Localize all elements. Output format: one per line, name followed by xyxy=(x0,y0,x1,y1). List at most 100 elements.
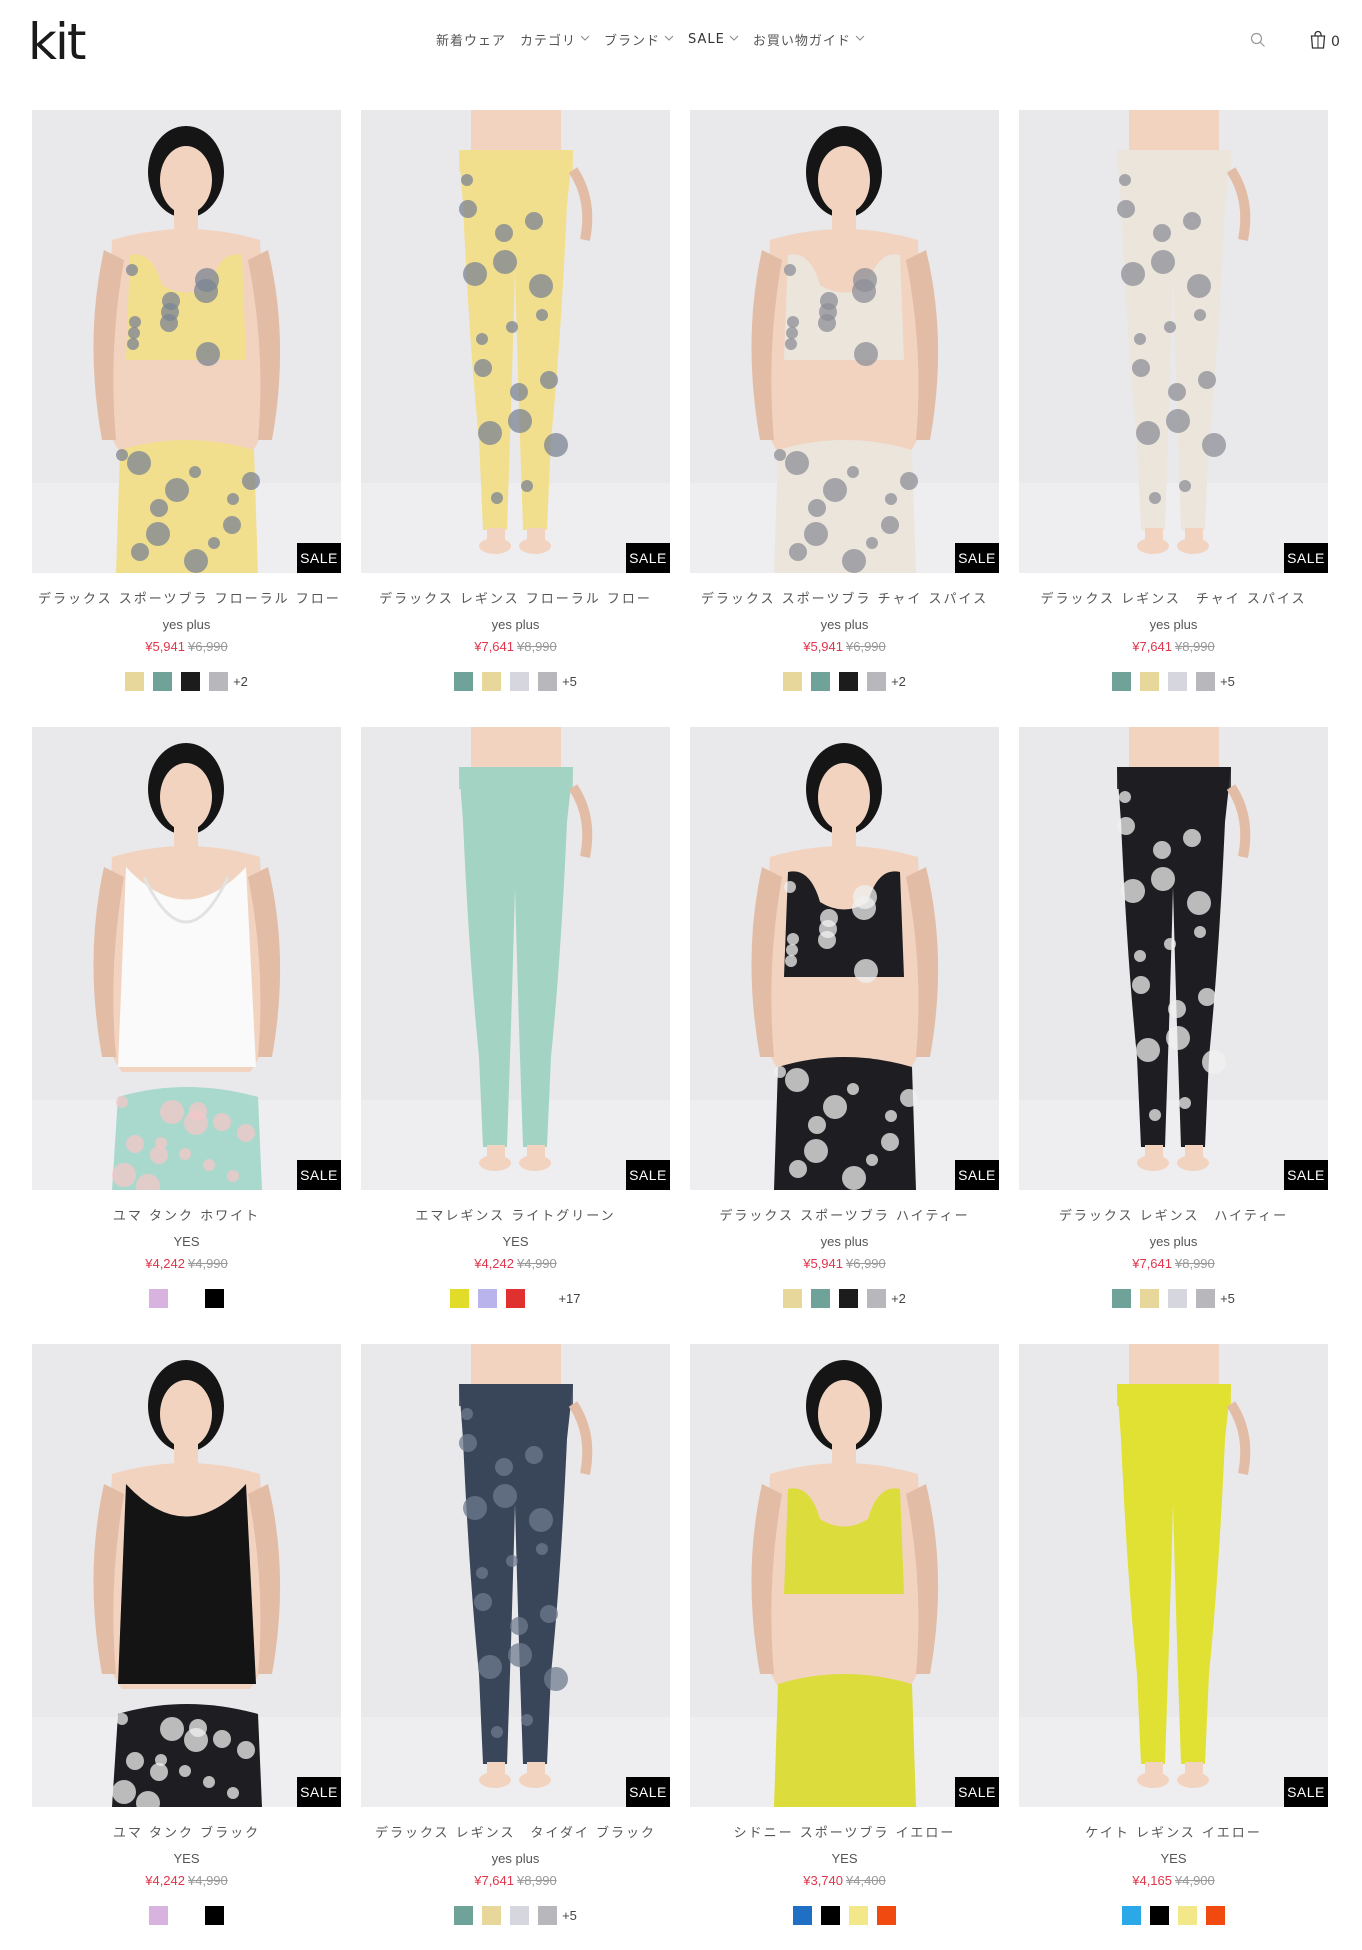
product-image[interactable]: SALE xyxy=(690,1344,999,1807)
product-card[interactable]: SALE ケイト レギンス イエロー YES ¥4,165 ¥4,900 xyxy=(1019,1344,1328,1950)
nav-item-1[interactable]: カテゴリ xyxy=(520,30,590,49)
product-price: ¥4,242 ¥4,990 xyxy=(32,1873,341,1889)
product-image[interactable]: SALE xyxy=(690,110,999,573)
color-swatch[interactable] xyxy=(454,671,474,691)
product-image[interactable]: SALE xyxy=(361,110,670,573)
color-swatch[interactable] xyxy=(1150,1905,1169,1925)
product-title[interactable]: デラックス スポーツブラ チャイ スパイス xyxy=(690,591,999,609)
color-swatch[interactable] xyxy=(867,1288,887,1308)
product-card[interactable]: SALE デラックス レギンス タイダイ ブラック yes plus ¥7,641 ¥8… xyxy=(361,1344,670,1950)
color-swatch[interactable] xyxy=(149,1905,168,1925)
color-swatch[interactable] xyxy=(1196,1288,1216,1308)
product-title[interactable]: デラックス レギンス フローラル フロー xyxy=(361,591,670,609)
more-colors-count: +5 xyxy=(1220,673,1235,689)
product-title[interactable]: デラックス レギンス タイダイ ブラック xyxy=(361,1825,670,1843)
product-card[interactable]: SALE シドニー スポーツブラ イエロー YES ¥3,740 ¥4,400 xyxy=(690,1344,999,1950)
product-brand: YES xyxy=(831,1851,858,1866)
product-title[interactable]: エマレギンス ライトグリーン xyxy=(361,1208,670,1226)
color-swatch[interactable] xyxy=(877,1905,896,1925)
color-swatch[interactable] xyxy=(538,1905,558,1925)
product-title[interactable]: デラックス スポーツブラ フローラル フロー xyxy=(32,591,341,609)
color-swatch[interactable] xyxy=(450,1288,470,1308)
color-swatch[interactable] xyxy=(1168,1288,1188,1308)
color-swatch[interactable] xyxy=(510,671,530,691)
color-swatch[interactable] xyxy=(839,671,859,691)
product-image[interactable]: SALE xyxy=(32,110,341,573)
color-swatch[interactable] xyxy=(153,671,173,691)
product-image[interactable]: SALE xyxy=(1019,1344,1328,1807)
color-swatch[interactable] xyxy=(811,671,831,691)
color-swatch[interactable] xyxy=(454,1905,474,1925)
color-swatch[interactable] xyxy=(482,1905,502,1925)
color-swatches xyxy=(1019,1905,1328,1925)
product-image[interactable]: SALE xyxy=(1019,110,1328,573)
color-swatch[interactable] xyxy=(205,1905,224,1925)
color-swatch[interactable] xyxy=(478,1288,498,1308)
color-swatch[interactable] xyxy=(849,1905,868,1925)
color-swatch[interactable] xyxy=(783,1288,803,1308)
color-swatch[interactable] xyxy=(149,1288,168,1308)
more-colors-count: +2 xyxy=(891,1290,906,1306)
product-image[interactable]: SALE xyxy=(32,727,341,1190)
color-swatch[interactable] xyxy=(506,1288,526,1308)
product-image[interactable]: SALE xyxy=(361,727,670,1190)
search-icon[interactable] xyxy=(1250,32,1266,48)
color-swatch[interactable] xyxy=(1178,1905,1197,1925)
nav-item-4[interactable]: お買い物ガイド xyxy=(753,30,865,49)
color-swatch[interactable] xyxy=(125,671,145,691)
product-image[interactable]: SALE xyxy=(32,1344,341,1807)
product-image[interactable]: SALE xyxy=(361,1344,670,1807)
product-card[interactable]: SALE デラックス レギンス チャイ スパイス yes plus ¥7,641 ¥8,… xyxy=(1019,110,1328,727)
color-swatch[interactable] xyxy=(205,1288,224,1308)
product-title[interactable]: デラックス レギンス チャイ スパイス xyxy=(1019,591,1328,609)
sale-price: ¥7,641 xyxy=(474,639,514,654)
product-card[interactable]: SALE デラックス スポーツブラ フローラル フロー yes plus ¥5,941… xyxy=(32,110,341,727)
cart-button[interactable]: 0 xyxy=(1310,30,1340,53)
color-swatch[interactable] xyxy=(1112,671,1132,691)
product-title[interactable]: シドニー スポーツブラ イエロー xyxy=(690,1825,999,1843)
nav-item-3[interactable]: SALE xyxy=(688,32,739,47)
product-card[interactable]: SALE デラックス スポーツブラ ハイティー yes plus ¥5,941 ¥6,9… xyxy=(690,727,999,1344)
color-swatch[interactable] xyxy=(538,671,558,691)
color-swatch[interactable] xyxy=(811,1288,831,1308)
color-swatch[interactable] xyxy=(181,671,201,691)
original-price: ¥4,990 xyxy=(188,1256,228,1271)
product-image[interactable]: SALE xyxy=(690,727,999,1190)
product-card[interactable]: SALE ユマ タンク ブラック YES ¥4,242 ¥4,990 xyxy=(32,1344,341,1950)
color-swatch[interactable] xyxy=(1122,1905,1141,1925)
color-swatch[interactable] xyxy=(510,1905,530,1925)
product-brand: yes plus xyxy=(820,617,869,632)
product-brand: YES xyxy=(1160,1851,1187,1866)
nav-item-2[interactable]: ブランド xyxy=(604,30,674,49)
product-card[interactable]: SALE デラックス レギンス フローラル フロー yes plus ¥7,641 ¥8… xyxy=(361,110,670,727)
product-card[interactable]: SALE エマレギンス ライトグリーン YES ¥4,242 ¥4,990 +17 xyxy=(361,727,670,1344)
nav-item-0[interactable]: 新着ウェア xyxy=(436,30,506,49)
sale-price: ¥5,941 xyxy=(145,639,185,654)
product-card[interactable]: SALE デラックス レギンス ハイティー yes plus ¥7,641 ¥8,990… xyxy=(1019,727,1328,1344)
site-logo[interactable]: kit xyxy=(28,10,86,74)
color-swatch[interactable] xyxy=(1168,671,1188,691)
color-swatches: +5 xyxy=(361,671,670,691)
product-title[interactable]: デラックス レギンス ハイティー xyxy=(1019,1208,1328,1226)
product-brand: yes plus xyxy=(1149,617,1198,632)
color-swatch[interactable] xyxy=(839,1288,859,1308)
color-swatch[interactable] xyxy=(821,1905,840,1925)
color-swatch[interactable] xyxy=(1206,1905,1225,1925)
color-swatch[interactable] xyxy=(867,671,887,691)
product-image[interactable]: SALE xyxy=(1019,727,1328,1190)
color-swatch[interactable] xyxy=(783,671,803,691)
product-card[interactable]: SALE デラックス スポーツブラ チャイ スパイス yes plus ¥5,941 ¥… xyxy=(690,110,999,727)
product-title[interactable]: ユマ タンク ホワイト xyxy=(32,1208,341,1226)
product-price: ¥5,941 ¥6,990 xyxy=(32,639,341,655)
product-title[interactable]: ケイト レギンス イエロー xyxy=(1019,1825,1328,1843)
color-swatch[interactable] xyxy=(482,671,502,691)
color-swatch[interactable] xyxy=(1112,1288,1132,1308)
color-swatch[interactable] xyxy=(793,1905,812,1925)
color-swatch[interactable] xyxy=(1140,671,1160,691)
color-swatch[interactable] xyxy=(209,671,229,691)
product-title[interactable]: デラックス スポーツブラ ハイティー xyxy=(690,1208,999,1226)
color-swatch[interactable] xyxy=(1196,671,1216,691)
color-swatch[interactable] xyxy=(1140,1288,1160,1308)
product-card[interactable]: SALE ユマ タンク ホワイト YES ¥4,242 ¥4,990 xyxy=(32,727,341,1344)
product-title[interactable]: ユマ タンク ブラック xyxy=(32,1825,341,1843)
